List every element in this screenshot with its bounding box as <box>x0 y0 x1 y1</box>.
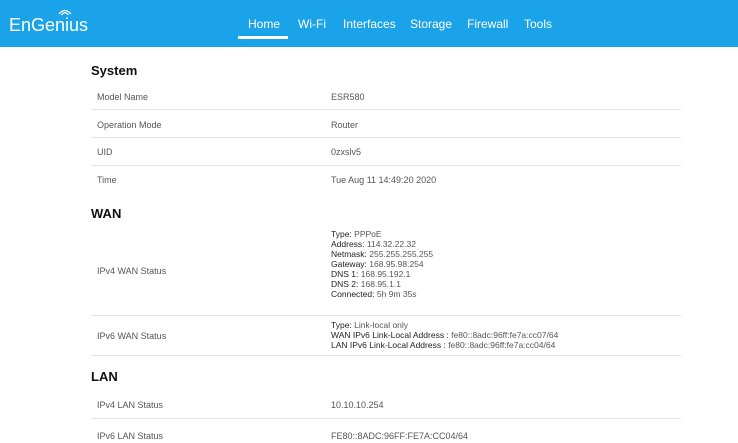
brand-logo[interactable]: EnGenius <box>9 15 88 36</box>
row-divider <box>91 418 681 419</box>
section-title-wan: WAN <box>91 206 122 221</box>
model-name-value: ESR580 <box>331 92 365 102</box>
lan6-link-local-line: LAN IPv6 Link-Local Address : fe80::8adc… <box>331 340 556 350</box>
row-divider <box>91 109 681 110</box>
model-name-label: Model Name <box>97 92 149 102</box>
wan-connected-line: Connected: 5h 9m 35s <box>331 289 417 299</box>
time-label: Time <box>97 175 117 185</box>
operation-mode-value: Router <box>331 120 359 130</box>
nav-tab-home[interactable]: Home <box>248 17 280 31</box>
wan-dns1-line: DNS 1: 168.95.192.1 <box>331 269 411 279</box>
ipv4-lan-status-value: 10.10.10.254 <box>331 400 384 410</box>
row-divider <box>91 315 681 316</box>
active-tab-indicator <box>238 36 288 39</box>
ipv6-lan-status-value: FE80::8ADC:96FF:FE7A:CC04/64 <box>331 431 469 441</box>
nav-tab-storage[interactable]: Storage <box>410 17 452 31</box>
time-value: Tue Aug 11 14:49:20 2020 <box>331 175 437 185</box>
top-header-bar: EnGenius Home Wi-Fi Interfaces Storage F… <box>0 0 738 47</box>
nav-tab-firewall[interactable]: Firewall <box>467 17 508 31</box>
row-divider <box>91 355 681 356</box>
ipv4-wan-status-details: Type: PPPoE Address: 114.32.22.32 Netmas… <box>331 229 433 299</box>
wan-netmask-line: Netmask: 255.255.255.255 <box>331 249 434 259</box>
wan-type-line: Type: PPPoE <box>331 229 382 239</box>
uid-label: UID <box>97 147 113 157</box>
wan-dns2-line: DNS 2: 168.95.1.1 <box>331 279 401 289</box>
wifi-wave-icon <box>58 9 72 16</box>
row-divider <box>91 165 681 166</box>
nav-tab-interfaces[interactable]: Interfaces <box>343 17 396 31</box>
wan6-type-line: Type: Link-local only <box>331 320 409 330</box>
nav-tab-wifi[interactable]: Wi-Fi <box>298 17 326 31</box>
ipv4-lan-status-label: IPv4 LAN Status <box>97 400 164 410</box>
wan-address-line: Address: 114.32.22.32 <box>331 239 416 249</box>
operation-mode-label: Operation Mode <box>97 120 162 130</box>
uid-value: 0zxslv5 <box>331 147 362 157</box>
wan6-link-local-line: WAN IPv6 Link-Local Address : fe80::8adc… <box>331 330 559 340</box>
ipv6-lan-status-label: IPv6 LAN Status <box>97 431 164 441</box>
section-title-lan: LAN <box>91 369 118 384</box>
ipv4-wan-status-label: IPv4 WAN Status <box>97 266 167 276</box>
section-title-system: System <box>91 63 138 78</box>
nav-tab-tools[interactable]: Tools <box>524 17 552 31</box>
ipv6-wan-status-details: Type: Link-local only WAN IPv6 Link-Loca… <box>331 320 558 350</box>
row-divider <box>91 137 681 138</box>
wan-gateway-line: Gateway: 168.95.98.254 <box>331 259 424 269</box>
ipv6-wan-status-label: IPv6 WAN Status <box>97 331 167 341</box>
